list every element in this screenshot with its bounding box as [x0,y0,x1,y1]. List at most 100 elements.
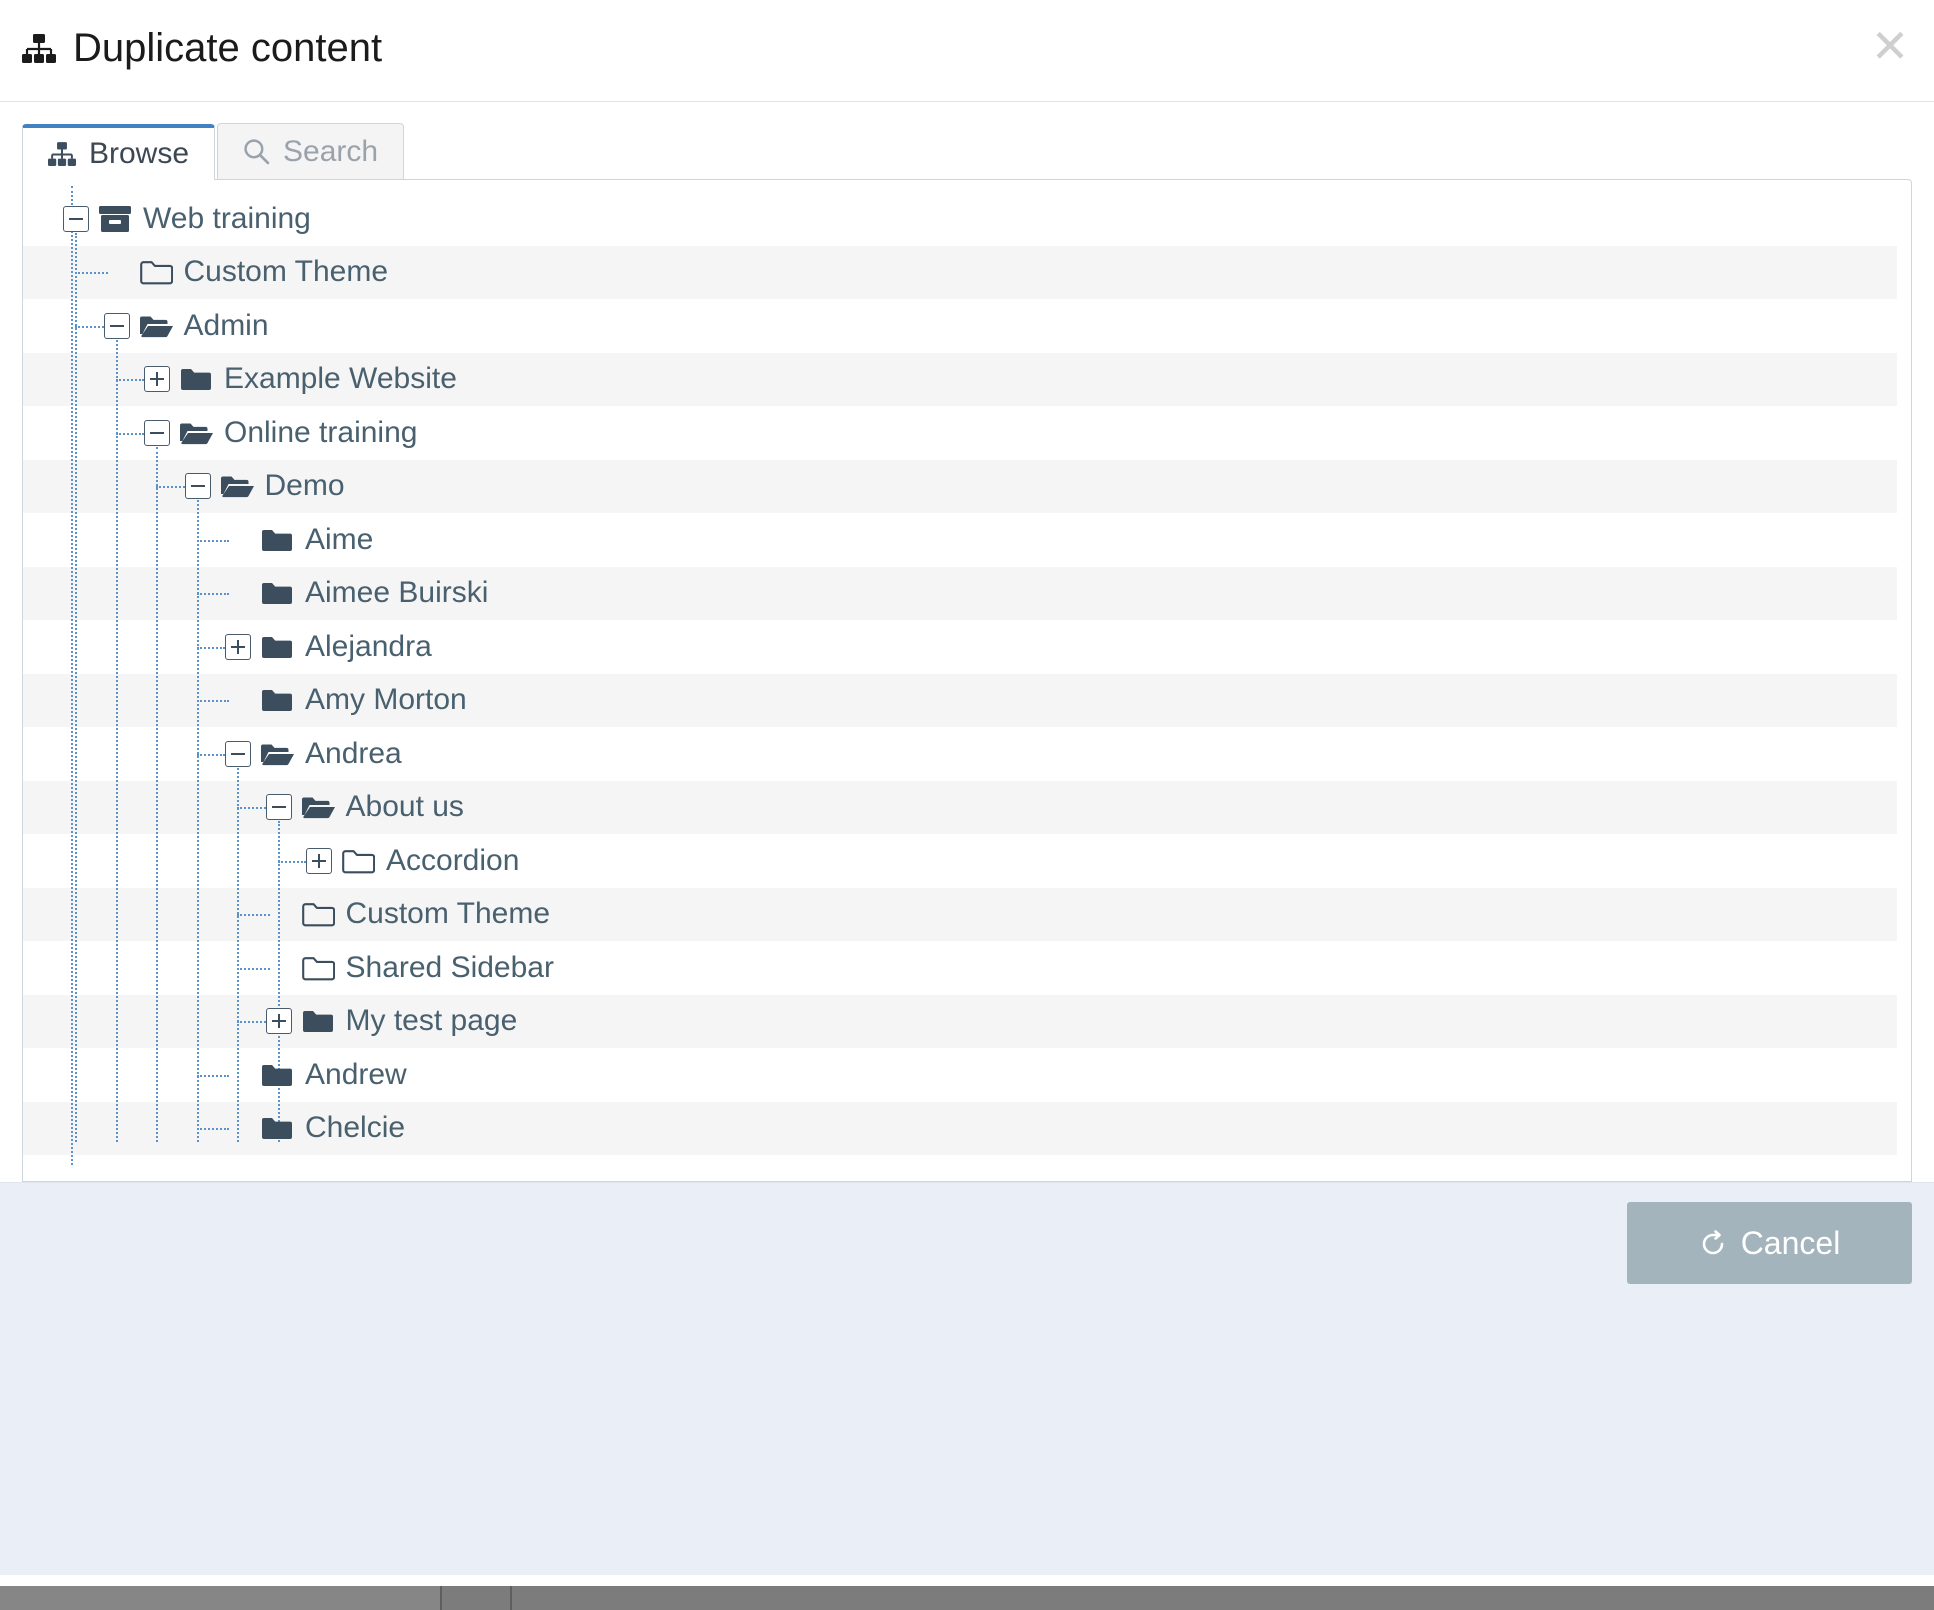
modal-footer: Cancel [0,1182,1934,1575]
tree-node-row[interactable]: Shared Sidebar [23,941,1911,995]
expand-icon[interactable] [144,366,170,393]
tree-guide-line [277,860,306,863]
tree-node[interactable]: Custom Theme [104,255,389,289]
tree-node-row[interactable]: Alejandra [23,620,1911,674]
folder-open-icon [260,739,294,769]
tree-node-row[interactable]: Andrew [23,1048,1911,1102]
folder-outline-icon [301,953,335,983]
tree-node-row[interactable]: Accordion [23,834,1911,888]
tree-node-row[interactable]: Aimee Buirski [23,566,1911,620]
tree-node-row[interactable]: My test page [23,994,1911,1048]
tree-node[interactable]: Accordion [306,843,520,877]
tree-node[interactable]: Aimee Buirski [225,578,488,608]
tree-node-row[interactable]: Custom Theme [23,887,1911,941]
tree-node-label: Online training [224,415,418,449]
collapse-icon[interactable] [144,419,170,446]
tree-node[interactable]: Online training [144,415,418,449]
expand-icon[interactable] [265,1008,292,1035]
folder-closed-icon [260,578,294,608]
tree-node[interactable]: Amy Morton [225,685,467,715]
expand-icon[interactable] [306,847,332,874]
tree-node-label: Amy Morton [305,683,467,717]
tree-node[interactable]: Web training [63,201,311,235]
tree-node-label: Custom Theme [345,897,551,931]
tab-bar: Browse Search [0,102,1934,180]
tab-browse-label: Browse [89,137,190,170]
row-background [23,299,1897,353]
duplicate-content-modal: Duplicate content ✕ Browse Search Web tr… [0,0,1934,1610]
tree-node-label: Andrea [305,736,402,770]
tree-node[interactable]: Andrew [225,1059,407,1090]
collapse-icon[interactable] [265,794,292,821]
collapse-icon[interactable] [184,473,211,500]
tree-node-row[interactable]: Demo [23,459,1911,513]
tree-node-row[interactable]: Online training [23,406,1911,460]
folder-closed-icon [301,1006,335,1036]
tab-browse[interactable]: Browse [22,124,216,180]
tree-guide-line [115,339,118,1143]
horizontal-scrollbar[interactable] [0,1586,1934,1610]
tree-node-label: Demo [264,469,345,503]
page-title: Duplicate content [22,26,382,71]
tree-node[interactable]: Admin [103,308,269,342]
folder-closed-icon [260,525,294,555]
tree-node-row[interactable]: Amy Morton [23,673,1911,727]
tree-guide-line [237,1021,266,1024]
tree-node[interactable]: My test page [265,1004,518,1038]
folder-outline-icon [341,846,375,876]
tree-node-label: My test page [345,1004,518,1038]
tree-node-label: Chelcie [305,1111,406,1145]
undo-icon [1699,1229,1727,1257]
tree-node[interactable]: About us [265,792,464,822]
collapse-icon[interactable] [63,205,89,232]
tree-node-label: Web training [143,201,311,235]
tree-guide-line [196,646,225,649]
tree-node-label: Custom Theme [183,255,389,289]
tree-node[interactable]: Alejandra [225,631,432,662]
tree-guide-line [156,486,185,489]
tree-node[interactable]: Aime [225,524,373,555]
tree-node[interactable]: Chelcie [225,1113,405,1143]
folder-open-icon [301,792,335,822]
cancel-button[interactable]: Cancel [1627,1202,1912,1284]
collapse-icon[interactable] [103,312,130,339]
search-icon [243,138,270,165]
tab-search-label: Search [283,134,379,168]
tab-search[interactable]: Search [217,123,405,179]
sitemap-icon [22,33,56,64]
tree-node[interactable]: Shared Sidebar [266,952,554,983]
tree-node-row[interactable]: Web training [23,192,1911,246]
tree-node-row[interactable]: Chelcie [23,1101,1911,1155]
tree-guide-line [115,379,144,382]
tree-node-label: Accordion [386,843,520,877]
tree-node-row[interactable]: About us [23,780,1911,834]
tree-guide-line [75,325,104,328]
tree-node-row[interactable]: Aime [23,513,1911,567]
tree-node-label: Admin [183,308,269,342]
tree-node-row[interactable]: Custom Theme [23,245,1911,299]
cancel-button-label: Cancel [1740,1224,1841,1261]
tree-node-row[interactable]: Example Website [23,352,1911,406]
tree-guide-line [196,500,199,1143]
tree-node[interactable]: Example Website [144,364,457,394]
tree-guide-line [71,186,73,1165]
tree-node-row[interactable]: Admin [23,299,1911,353]
tree-node[interactable]: Custom Theme [266,897,551,931]
tree-node[interactable]: Demo [184,469,345,503]
collapse-icon[interactable] [225,740,251,767]
expand-icon[interactable] [225,633,251,660]
content-tree: Web training Custom Theme Admin Example Web… [23,180,1911,1165]
folder-closed-icon [260,632,294,662]
close-icon[interactable]: ✕ [1868,23,1912,69]
tree-node[interactable]: Andrea [225,736,402,770]
folder-closed-icon [260,1113,294,1143]
folder-open-icon [220,471,254,501]
tree-guide-line [156,446,158,1143]
tree-node-row[interactable]: Andrea [23,727,1911,781]
